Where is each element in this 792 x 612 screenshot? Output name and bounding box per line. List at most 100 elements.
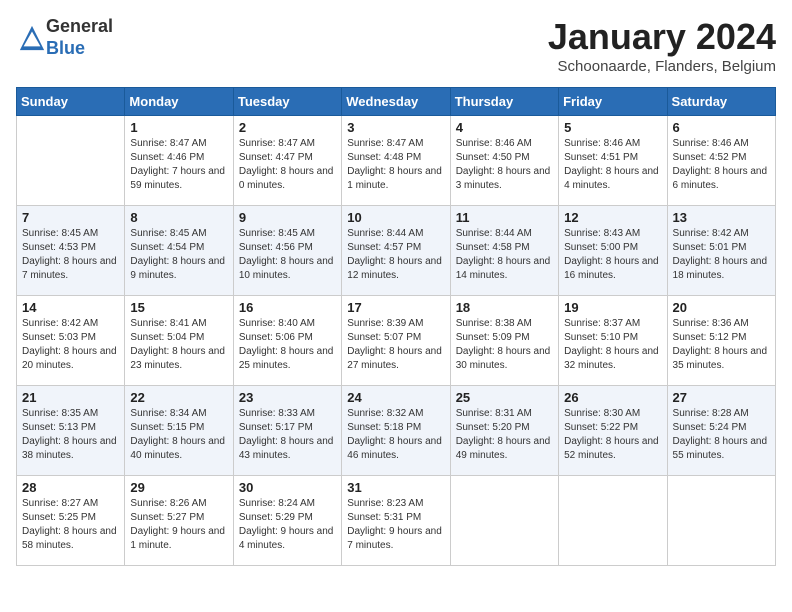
day-info: Sunrise: 8:47 AMSunset: 4:48 PMDaylight:… xyxy=(347,137,444,193)
day-info: Sunrise: 8:46 AMSunset: 4:50 PMDaylight:… xyxy=(456,137,553,193)
calendar-cell: 22Sunrise: 8:34 AMSunset: 5:15 PMDayligh… xyxy=(125,386,233,476)
day-number: 2 xyxy=(239,120,336,135)
col-header-monday: Monday xyxy=(125,88,233,116)
day-info: Sunrise: 8:44 AMSunset: 4:57 PMDaylight:… xyxy=(347,227,444,283)
day-number: 11 xyxy=(456,210,553,225)
day-info: Sunrise: 8:45 AMSunset: 4:53 PMDaylight:… xyxy=(22,227,119,283)
logo-text: General Blue xyxy=(46,16,113,59)
day-info: Sunrise: 8:33 AMSunset: 5:17 PMDaylight:… xyxy=(239,407,336,463)
day-number: 8 xyxy=(130,210,227,225)
day-info: Sunrise: 8:38 AMSunset: 5:09 PMDaylight:… xyxy=(456,317,553,373)
calendar-week-row: 7 Sunrise: 8:45 AMSunset: 4:53 PMDaylight… xyxy=(17,206,776,296)
calendar-header-row: SundayMondayTuesdayWednesdayThursdayFrid… xyxy=(17,88,776,116)
day-number: 7 xyxy=(22,210,119,225)
calendar-cell: 29 Sunrise: 8:26 AMSunset: 5:27 PMDayligh… xyxy=(125,476,233,566)
calendar-cell: 26 Sunrise: 8:30 AMSunset: 5:22 PMDayligh… xyxy=(559,386,667,476)
page-header: General Blue January 2024 Schoonaarde, F… xyxy=(16,16,776,75)
calendar-cell xyxy=(667,476,775,566)
calendar-cell: 8 Sunrise: 8:45 AMSunset: 4:54 PMDaylight… xyxy=(125,206,233,296)
col-header-sunday: Sunday xyxy=(17,88,125,116)
col-header-tuesday: Tuesday xyxy=(233,88,341,116)
day-number: 12 xyxy=(564,210,661,225)
calendar-cell: 4 Sunrise: 8:46 AMSunset: 4:50 PMDaylight… xyxy=(450,116,558,206)
calendar-cell: 3 Sunrise: 8:47 AMSunset: 4:48 PMDaylight… xyxy=(342,116,450,206)
day-number: 23 xyxy=(239,390,336,405)
day-info: Sunrise: 8:30 AMSunset: 5:22 PMDaylight:… xyxy=(564,407,661,463)
calendar-cell: 21 Sunrise: 8:35 AMSunset: 5:13 PMDayligh… xyxy=(17,386,125,476)
day-number: 18 xyxy=(456,300,553,315)
day-number: 25 xyxy=(456,390,553,405)
day-number: 1 xyxy=(130,120,227,135)
day-info: Sunrise: 8:40 AMSunset: 5:06 PMDaylight:… xyxy=(239,317,336,373)
col-header-friday: Friday xyxy=(559,88,667,116)
month-title: January 2024 xyxy=(548,16,776,58)
col-header-thursday: Thursday xyxy=(450,88,558,116)
day-number: 22 xyxy=(130,390,227,405)
calendar-cell: 30 Sunrise: 8:24 AMSunset: 5:29 PMDayligh… xyxy=(233,476,341,566)
calendar-cell: 12 Sunrise: 8:43 AMSunset: 5:00 PMDayligh… xyxy=(559,206,667,296)
day-info: Sunrise: 8:31 AMSunset: 5:20 PMDaylight:… xyxy=(456,407,553,463)
title-block: January 2024 Schoonaarde, Flanders, Belg… xyxy=(548,16,776,75)
day-info: Sunrise: 8:26 AMSunset: 5:27 PMDaylight:… xyxy=(130,497,227,553)
calendar-cell: 15Sunrise: 8:41 AMSunset: 5:04 PMDayligh… xyxy=(125,296,233,386)
calendar-cell: 6Sunrise: 8:46 AMSunset: 4:52 PMDaylight… xyxy=(667,116,775,206)
day-info: Sunrise: 8:23 AMSunset: 5:31 PMDaylight:… xyxy=(347,497,444,553)
day-number: 4 xyxy=(456,120,553,135)
day-info: Sunrise: 8:42 AMSunset: 5:03 PMDaylight:… xyxy=(22,317,119,373)
calendar-cell: 18 Sunrise: 8:38 AMSunset: 5:09 PMDayligh… xyxy=(450,296,558,386)
day-info: Sunrise: 8:35 AMSunset: 5:13 PMDaylight:… xyxy=(22,407,119,463)
day-info: Sunrise: 8:42 AMSunset: 5:01 PMDaylight:… xyxy=(673,227,770,283)
day-number: 24 xyxy=(347,390,444,405)
day-number: 6 xyxy=(673,120,770,135)
day-info: Sunrise: 8:39 AMSunset: 5:07 PMDaylight:… xyxy=(347,317,444,373)
col-header-saturday: Saturday xyxy=(667,88,775,116)
day-number: 20 xyxy=(673,300,770,315)
calendar-cell: 16Sunrise: 8:40 AMSunset: 5:06 PMDayligh… xyxy=(233,296,341,386)
calendar-cell: 31 Sunrise: 8:23 AMSunset: 5:31 PMDayligh… xyxy=(342,476,450,566)
calendar-cell: 1 Sunrise: 8:47 AMSunset: 4:46 PMDaylight… xyxy=(125,116,233,206)
day-info: Sunrise: 8:45 AMSunset: 4:56 PMDaylight:… xyxy=(239,227,336,283)
day-info: Sunrise: 8:47 AMSunset: 4:46 PMDaylight:… xyxy=(130,137,227,193)
calendar-week-row: 28Sunrise: 8:27 AMSunset: 5:25 PMDayligh… xyxy=(17,476,776,566)
calendar-cell: 19Sunrise: 8:37 AMSunset: 5:10 PMDayligh… xyxy=(559,296,667,386)
day-number: 31 xyxy=(347,480,444,495)
logo: General Blue xyxy=(16,16,113,59)
calendar-cell xyxy=(450,476,558,566)
day-number: 27 xyxy=(673,390,770,405)
location: Schoonaarde, Flanders, Belgium xyxy=(548,58,776,75)
day-number: 5 xyxy=(564,120,661,135)
calendar-cell: 11Sunrise: 8:44 AMSunset: 4:58 PMDayligh… xyxy=(450,206,558,296)
calendar-cell: 25 Sunrise: 8:31 AMSunset: 5:20 PMDayligh… xyxy=(450,386,558,476)
day-number: 26 xyxy=(564,390,661,405)
calendar-cell xyxy=(17,116,125,206)
day-number: 3 xyxy=(347,120,444,135)
day-number: 10 xyxy=(347,210,444,225)
calendar-cell: 14Sunrise: 8:42 AMSunset: 5:03 PMDayligh… xyxy=(17,296,125,386)
day-info: Sunrise: 8:43 AMSunset: 5:00 PMDaylight:… xyxy=(564,227,661,283)
day-number: 30 xyxy=(239,480,336,495)
day-number: 13 xyxy=(673,210,770,225)
calendar-cell: 9Sunrise: 8:45 AMSunset: 4:56 PMDaylight… xyxy=(233,206,341,296)
calendar-cell: 10 Sunrise: 8:44 AMSunset: 4:57 PMDayligh… xyxy=(342,206,450,296)
calendar-cell: 2Sunrise: 8:47 AMSunset: 4:47 PMDaylight… xyxy=(233,116,341,206)
calendar-cell: 17 Sunrise: 8:39 AMSunset: 5:07 PMDayligh… xyxy=(342,296,450,386)
calendar-cell: 23 Sunrise: 8:33 AMSunset: 5:17 PMDayligh… xyxy=(233,386,341,476)
calendar-week-row: 14Sunrise: 8:42 AMSunset: 5:03 PMDayligh… xyxy=(17,296,776,386)
calendar-cell: 27 Sunrise: 8:28 AMSunset: 5:24 PMDayligh… xyxy=(667,386,775,476)
day-info: Sunrise: 8:28 AMSunset: 5:24 PMDaylight:… xyxy=(673,407,770,463)
calendar-cell: 5 Sunrise: 8:46 AMSunset: 4:51 PMDaylight… xyxy=(559,116,667,206)
col-header-wednesday: Wednesday xyxy=(342,88,450,116)
day-number: 28 xyxy=(22,480,119,495)
day-info: Sunrise: 8:32 AMSunset: 5:18 PMDaylight:… xyxy=(347,407,444,463)
day-number: 17 xyxy=(347,300,444,315)
calendar-cell: 24 Sunrise: 8:32 AMSunset: 5:18 PMDayligh… xyxy=(342,386,450,476)
day-number: 15 xyxy=(130,300,227,315)
calendar-week-row: 21 Sunrise: 8:35 AMSunset: 5:13 PMDayligh… xyxy=(17,386,776,476)
day-number: 29 xyxy=(130,480,227,495)
day-info: Sunrise: 8:46 AMSunset: 4:51 PMDaylight:… xyxy=(564,137,661,193)
day-info: Sunrise: 8:36 AMSunset: 5:12 PMDaylight:… xyxy=(673,317,770,373)
calendar-cell: 20 Sunrise: 8:36 AMSunset: 5:12 PMDayligh… xyxy=(667,296,775,386)
day-number: 21 xyxy=(22,390,119,405)
day-info: Sunrise: 8:45 AMSunset: 4:54 PMDaylight:… xyxy=(130,227,227,283)
day-info: Sunrise: 8:24 AMSunset: 5:29 PMDaylight:… xyxy=(239,497,336,553)
